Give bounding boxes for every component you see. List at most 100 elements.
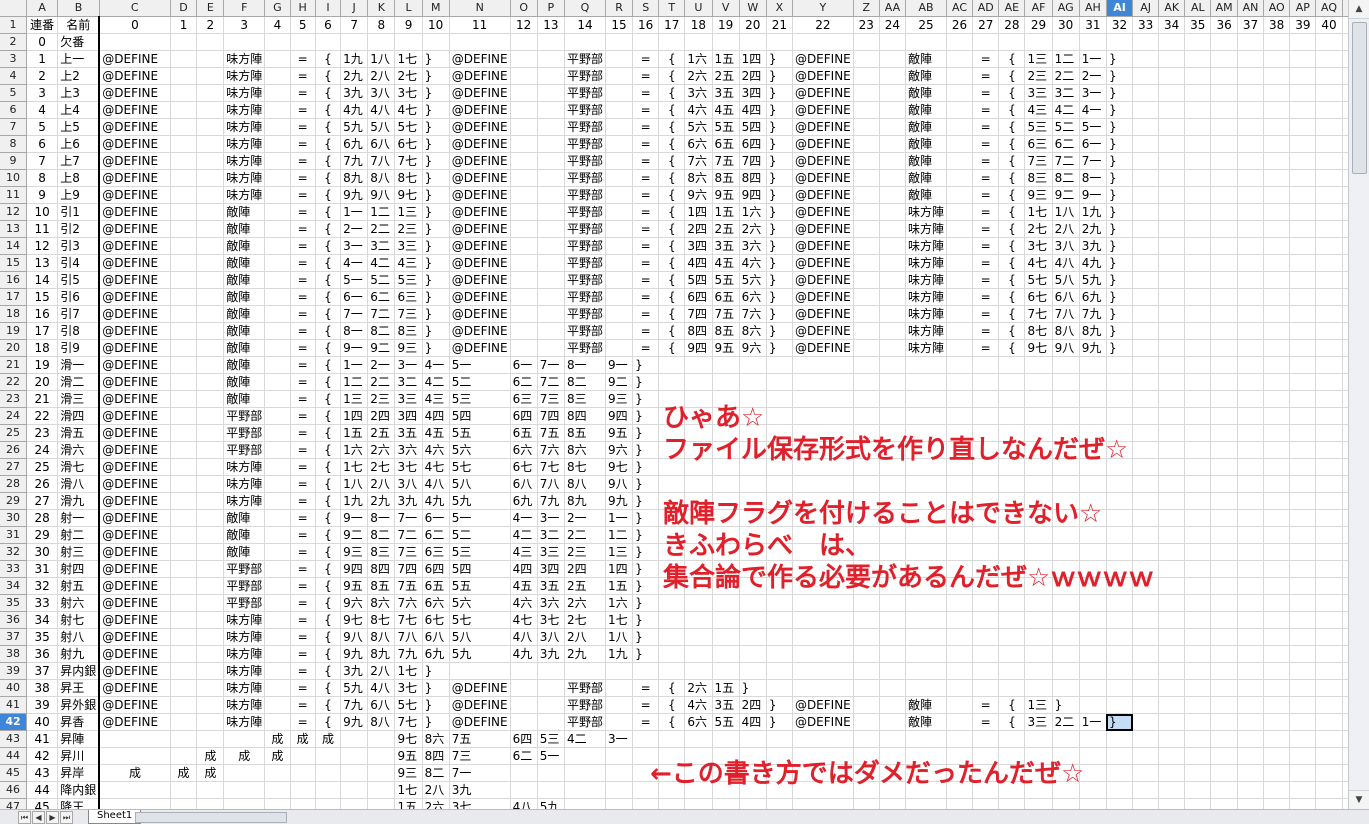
cell[interactable]: [658, 390, 686, 408]
cell[interactable]: {: [998, 118, 1026, 136]
cell[interactable]: [712, 662, 740, 680]
cell[interactable]: 3五: [712, 237, 740, 255]
cell[interactable]: [684, 594, 713, 612]
cell[interactable]: [905, 628, 947, 646]
cell[interactable]: [196, 424, 225, 442]
cell[interactable]: 7五: [449, 730, 511, 748]
cell[interactable]: 5五: [449, 577, 511, 595]
cell[interactable]: }: [422, 118, 450, 136]
cell[interactable]: [853, 781, 880, 799]
cell[interactable]: [1132, 33, 1160, 51]
cell[interactable]: =: [972, 169, 1000, 187]
cell[interactable]: 3三: [1024, 84, 1053, 102]
cell[interactable]: [1079, 390, 1107, 408]
column-header[interactable]: A: [26, 0, 59, 17]
cell[interactable]: [879, 526, 906, 544]
cell[interactable]: [1184, 594, 1212, 612]
column-header[interactable]: X: [766, 0, 793, 17]
cell[interactable]: 敵陣: [905, 696, 947, 714]
cell[interactable]: 5六: [684, 118, 713, 136]
cell[interactable]: 5七: [394, 696, 423, 714]
cell[interactable]: [170, 628, 198, 646]
cell[interactable]: [196, 441, 225, 459]
cell[interactable]: {: [315, 424, 342, 442]
cell[interactable]: [1132, 424, 1160, 442]
cell[interactable]: [264, 390, 291, 408]
cell[interactable]: 7六: [684, 152, 713, 170]
cell[interactable]: [946, 339, 974, 357]
cell[interactable]: [1132, 322, 1160, 340]
cell[interactable]: [170, 322, 198, 340]
cell[interactable]: 9六: [340, 594, 369, 612]
cell[interactable]: =: [290, 628, 316, 646]
cell[interactable]: [510, 67, 538, 85]
cell[interactable]: 成: [290, 730, 316, 748]
cell[interactable]: 降内銀: [57, 781, 101, 799]
cell[interactable]: [853, 118, 880, 136]
cell[interactable]: [1184, 407, 1212, 425]
cell[interactable]: 4四: [739, 101, 767, 119]
cell[interactable]: [1052, 679, 1080, 697]
cell[interactable]: 1二: [367, 203, 396, 221]
row-header[interactable]: 42: [0, 713, 27, 731]
cell[interactable]: [905, 441, 947, 459]
cell[interactable]: @DEFINE: [99, 50, 171, 68]
cell[interactable]: [792, 356, 854, 374]
cell[interactable]: [196, 305, 225, 323]
cell[interactable]: [264, 764, 291, 782]
cell[interactable]: [1106, 730, 1134, 748]
cell[interactable]: [1158, 781, 1186, 799]
cell[interactable]: 2八: [367, 662, 396, 680]
cell[interactable]: [1158, 305, 1186, 323]
cell[interactable]: 1三: [1024, 696, 1053, 714]
cell[interactable]: [510, 764, 538, 782]
cell[interactable]: 3七: [537, 611, 565, 629]
cell[interactable]: [1263, 594, 1291, 612]
cell[interactable]: 1八: [340, 475, 369, 493]
cell[interactable]: 3二: [394, 373, 423, 391]
cell[interactable]: [946, 101, 974, 119]
cell[interactable]: {: [315, 696, 342, 714]
cell[interactable]: 5二: [449, 373, 511, 391]
cell[interactable]: [537, 33, 565, 51]
cell[interactable]: [1237, 101, 1265, 119]
cell[interactable]: 1二: [605, 526, 634, 544]
cell[interactable]: [1132, 118, 1160, 136]
cell[interactable]: [1289, 101, 1317, 119]
cell[interactable]: 7一: [1079, 152, 1107, 170]
cell[interactable]: 9六: [739, 339, 767, 357]
cell[interactable]: }: [422, 169, 450, 187]
cell[interactable]: [1158, 203, 1186, 221]
cell[interactable]: [766, 441, 793, 459]
cell[interactable]: [196, 271, 225, 289]
cell[interactable]: 8一: [1079, 169, 1107, 187]
cell[interactable]: 射三: [57, 543, 101, 561]
cell[interactable]: }: [422, 203, 450, 221]
cell[interactable]: }: [1106, 118, 1134, 136]
cell[interactable]: [1315, 169, 1343, 187]
cell[interactable]: [879, 458, 906, 476]
row-header[interactable]: 23: [0, 390, 27, 408]
cell[interactable]: 1五: [712, 679, 740, 697]
cell[interactable]: [1158, 441, 1186, 459]
cell[interactable]: 3三: [537, 543, 565, 561]
cell[interactable]: 43: [26, 764, 59, 782]
cell[interactable]: [1315, 560, 1343, 578]
cell[interactable]: =: [972, 339, 1000, 357]
cell[interactable]: [658, 594, 686, 612]
row-header[interactable]: 30: [0, 509, 27, 527]
cell[interactable]: [972, 560, 1000, 578]
cell[interactable]: [367, 764, 396, 782]
cell[interactable]: [879, 152, 906, 170]
cell[interactable]: 8九: [367, 645, 396, 663]
cell[interactable]: [1024, 730, 1053, 748]
cell[interactable]: [972, 662, 1000, 680]
cell[interactable]: [1315, 577, 1343, 595]
cell[interactable]: [196, 152, 225, 170]
cell[interactable]: [1158, 560, 1186, 578]
cell[interactable]: [1079, 373, 1107, 391]
cell[interactable]: 1七: [605, 611, 634, 629]
cell[interactable]: }: [632, 475, 660, 493]
cell[interactable]: 味方陣: [223, 713, 266, 731]
cell[interactable]: 名前: [57, 16, 101, 34]
